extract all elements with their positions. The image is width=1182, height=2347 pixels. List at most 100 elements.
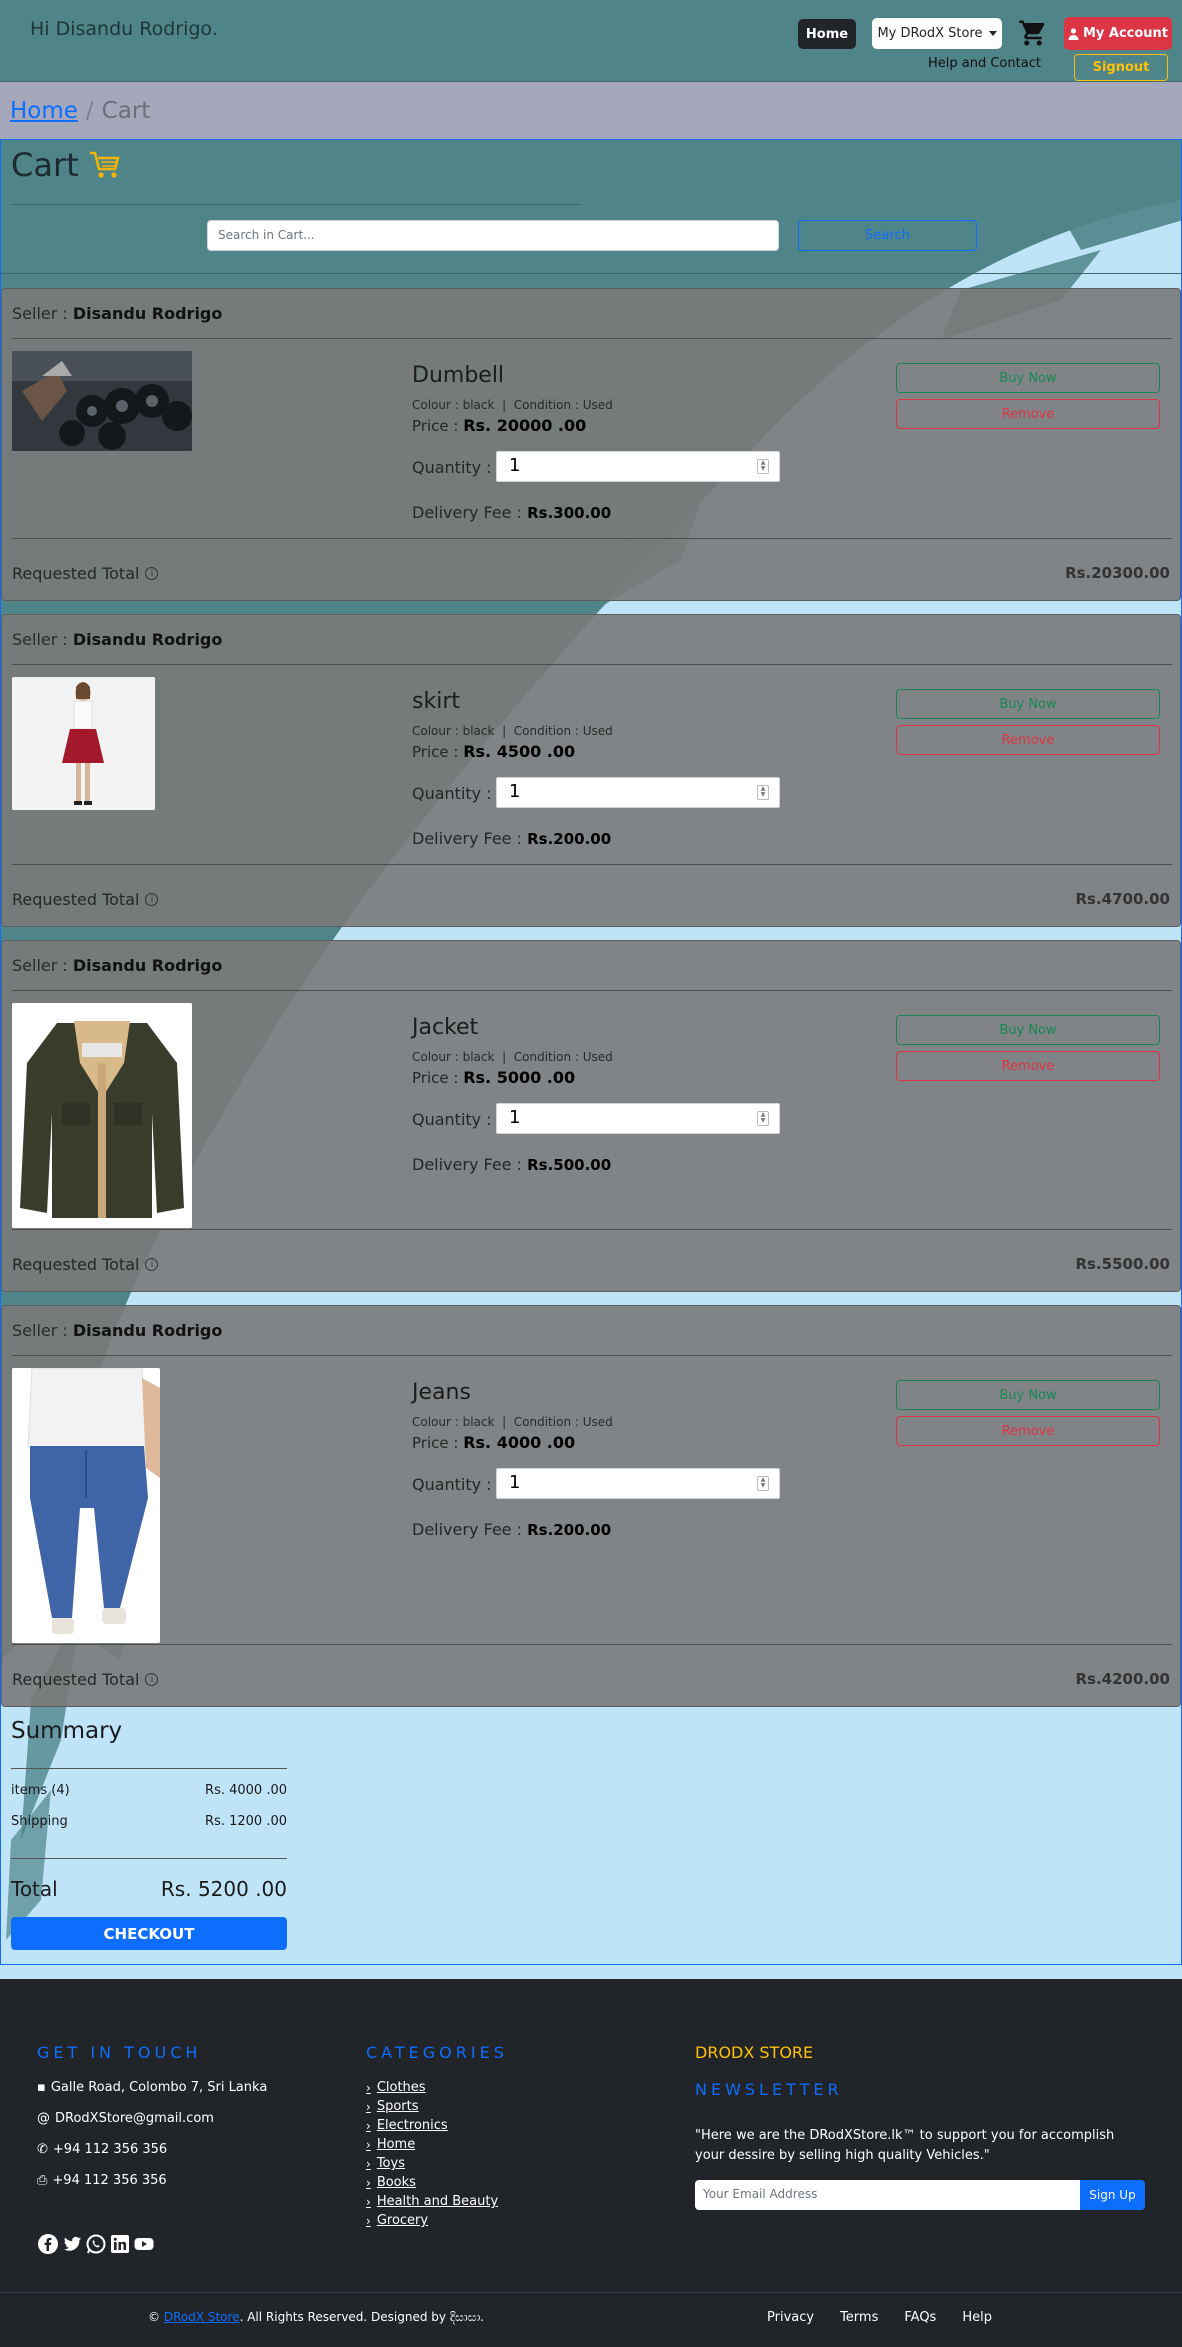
chevron-right-icon: › [366, 2099, 371, 2114]
buy-now-button[interactable]: Buy Now [896, 363, 1160, 393]
user-icon [1068, 27, 1079, 40]
footer-address: ▪ Galle Road, Colombo 7, Sri Lanka [37, 2080, 267, 2095]
chevron-right-icon: › [366, 2194, 371, 2209]
info-icon[interactable]: i [145, 1258, 159, 1271]
price-value: Rs. 5000 .00 [463, 1068, 576, 1087]
category-link[interactable]: › Sports [366, 2099, 419, 2114]
remove-button[interactable]: Remove [896, 1051, 1160, 1081]
seller-name: Disandu Rodrigo [72, 304, 223, 323]
category-link[interactable]: › Toys [366, 2156, 405, 2171]
cart-search-button[interactable]: Search [798, 220, 977, 251]
copyright: © DRodX Store. All Rights Reserved. Desi… [148, 2310, 484, 2325]
footer-link-terms[interactable]: Terms [840, 2310, 878, 2325]
requested-total-label: Requested Total i [12, 564, 159, 583]
breadcrumb-home-link[interactable]: Home [10, 98, 78, 124]
remove-button[interactable]: Remove [896, 1416, 1160, 1446]
twitter-icon[interactable] [61, 2233, 83, 2255]
product-meta: Colour : black | Condition : Used [412, 1050, 613, 1064]
seller-name: Disandu Rodrigo [72, 1321, 223, 1340]
copyright-symbol: © [148, 2310, 160, 2324]
quantity-value: 1 [509, 1472, 521, 1493]
cart-item-card: Seller : Disandu Rodrigo Dumbell Colour … [1, 288, 1181, 601]
buy-now-button[interactable]: Buy Now [896, 1015, 1160, 1045]
cart-heading: Cart [11, 146, 121, 184]
footer-link-faqs[interactable]: FAQs [904, 2310, 936, 2325]
quantity-stepper[interactable]: 1 ▲ ▼ [496, 1103, 780, 1134]
newsletter-signup-button[interactable]: Sign Up [1080, 2180, 1145, 2210]
youtube-icon[interactable] [133, 2233, 155, 2255]
seller-label: Seller : [12, 304, 68, 323]
category-link[interactable]: › Grocery [366, 2213, 428, 2228]
product-image-dumbell[interactable] [12, 351, 192, 451]
product-condition: Condition : Used [513, 724, 613, 738]
summary-total-value: Rs. 5200 .00 [160, 1877, 287, 1901]
quantity-stepper[interactable]: 1 ▲ ▼ [496, 451, 780, 482]
product-condition: Condition : Used [513, 1050, 613, 1064]
category-link-label: Books [376, 2175, 416, 2190]
checkout-button[interactable]: CHECKOUT [11, 1917, 287, 1950]
card-divider [12, 664, 1172, 665]
facebook-icon[interactable] [37, 2233, 59, 2255]
chevron-right-icon: › [366, 2213, 371, 2228]
copyright-store-link[interactable]: DRodX Store [164, 2310, 240, 2324]
spinner-icon[interactable]: ▲ ▼ [757, 1476, 769, 1491]
info-icon[interactable]: i [145, 567, 159, 580]
quantity-value: 1 [509, 781, 521, 802]
cart-search-input[interactable]: Search in Cart... [207, 220, 779, 251]
footer-link-help[interactable]: Help [962, 2310, 992, 2325]
store-dropdown-button[interactable]: My DRodX Store [872, 18, 1002, 49]
category-link[interactable]: › Health and Beauty [366, 2194, 498, 2209]
card-divider [12, 538, 1172, 539]
footer-fax: ⎙ +94 112 356 356 [37, 2173, 167, 2188]
product-price: Price : Rs. 20000 .00 [412, 416, 586, 435]
linkedin-icon[interactable] [109, 2233, 131, 2255]
requested-total-value: Rs.5500.00 [1075, 1255, 1171, 1273]
product-image-jeans[interactable] [12, 1368, 160, 1643]
spinner-icon[interactable]: ▲ ▼ [757, 459, 769, 474]
buy-now-button[interactable]: Buy Now [896, 1380, 1160, 1410]
product-colour: Colour : black [412, 398, 495, 412]
seller-name: Disandu Rodrigo [72, 630, 223, 649]
summary-shipping-value: Rs. 1200 .00 [205, 1814, 287, 1829]
home-button[interactable]: Home [798, 19, 856, 49]
footer-quote: "Here we are the DRodXStore.lk™ to suppo… [695, 2128, 1115, 2163]
requested-total-text: Requested Total [12, 1670, 140, 1689]
requested-total-value: Rs.4200.00 [1075, 1670, 1171, 1688]
greeting-text: Hi Disandu Rodrigo. [30, 18, 218, 40]
help-contact-link[interactable]: Help and Contact [928, 56, 1041, 71]
category-link[interactable]: › Electronics [366, 2118, 448, 2133]
spinner-icon[interactable]: ▲ ▼ [757, 1111, 769, 1126]
category-link[interactable]: › Clothes [366, 2080, 426, 2095]
cart-item-card: Seller : Disandu Rodrigo Jacket Colour :… [1, 940, 1181, 1292]
remove-button[interactable]: Remove [896, 725, 1160, 755]
requested-total-label: Requested Total i [12, 1255, 159, 1274]
seller-label: Seller : [12, 956, 68, 975]
quantity-value: 1 [509, 455, 521, 476]
product-image-skirt[interactable] [12, 677, 155, 810]
seller-line: Seller : Disandu Rodrigo [12, 630, 222, 649]
requested-total-text: Requested Total [12, 1255, 140, 1274]
spinner-icon[interactable]: ▲ ▼ [757, 785, 769, 800]
info-icon[interactable]: i [145, 1673, 159, 1686]
my-account-button[interactable]: My Account [1064, 17, 1172, 50]
category-link[interactable]: › Books [366, 2175, 416, 2190]
cart-icon[interactable] [1018, 18, 1048, 48]
buy-now-button[interactable]: Buy Now [896, 689, 1160, 719]
whatsapp-icon[interactable] [85, 2233, 107, 2255]
category-link-label: Clothes [376, 2080, 426, 2095]
product-meta: Colour : black | Condition : Used [412, 724, 613, 738]
info-icon[interactable]: i [145, 893, 159, 906]
signout-button[interactable]: Signout [1074, 54, 1168, 81]
at-icon: @ [37, 2111, 50, 2126]
newsletter-email-input[interactable]: Your Email Address [695, 2180, 1080, 2210]
price-value: Rs. 4000 .00 [463, 1433, 576, 1452]
product-image-jacket[interactable] [12, 1003, 192, 1228]
footer-link-privacy[interactable]: Privacy [767, 2310, 814, 2325]
remove-button[interactable]: Remove [896, 399, 1160, 429]
quantity-stepper[interactable]: 1 ▲ ▼ [496, 1468, 780, 1499]
my-account-label: My Account [1082, 26, 1169, 41]
category-link[interactable]: › Home [366, 2137, 415, 2152]
quantity-stepper[interactable]: 1 ▲ ▼ [496, 777, 780, 808]
footer-divider [0, 2292, 1182, 2293]
category-link-label: Toys [376, 2156, 405, 2171]
